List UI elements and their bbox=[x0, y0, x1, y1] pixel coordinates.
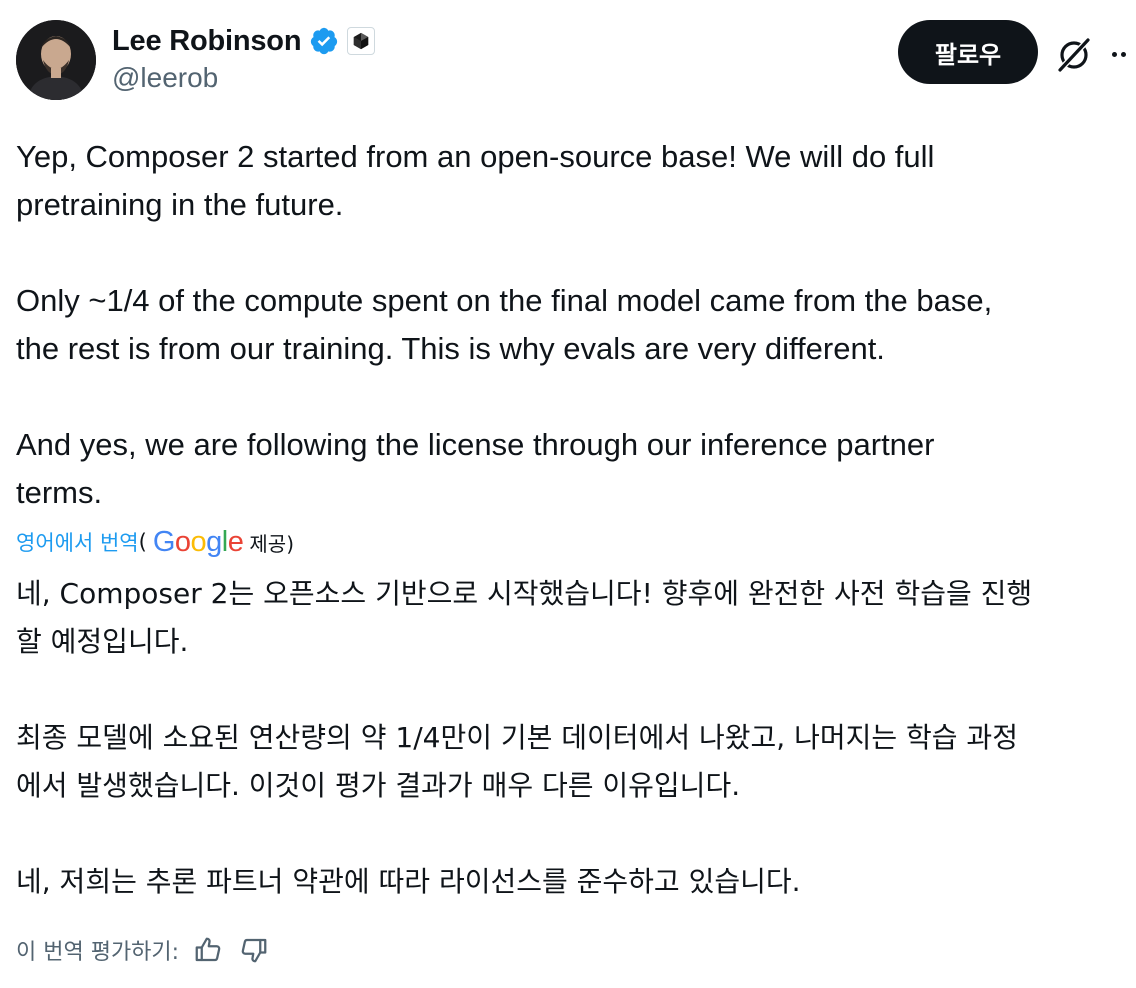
rate-translation-label: 이 번역 평가하기: bbox=[16, 940, 180, 965]
tweet-text: Yep, Composer 2 started from an open-sou… bbox=[16, 133, 1136, 517]
verified-badge-icon[interactable] bbox=[309, 26, 339, 56]
follow-button[interactable]: 팔로우 bbox=[898, 20, 1038, 84]
translated-paragraph: 최종 모델에 소요된 연산량의 약 1/4만이 기본 데이터에서 나왔고, 나머… bbox=[16, 714, 1136, 810]
tweet-paragraph: And yes, we are following the license th… bbox=[16, 421, 1136, 517]
thumbs-down-icon[interactable] bbox=[239, 935, 269, 965]
translated-line: 에서 발생했습니다. 이것이 평가 결과가 매우 다른 이유입니다. bbox=[16, 769, 741, 802]
tweet-paragraph: Yep, Composer 2 started from an open-sou… bbox=[16, 133, 1136, 229]
tweet-line: terms. bbox=[16, 475, 103, 510]
google-logo: Google bbox=[152, 525, 244, 558]
name-row: Lee Robinson bbox=[112, 22, 376, 60]
avatar[interactable] bbox=[16, 20, 96, 100]
translated-line: 네, Composer 2는 오픈소스 기반으로 시작했습니다! 향후에 완전한… bbox=[16, 577, 1033, 610]
translated-paragraph: 네, 저희는 추론 파트너 약관에 따라 라이선스를 준수하고 있습니다. bbox=[16, 858, 1136, 906]
translated-line: 네, 저희는 추론 파트너 약관에 따라 라이선스를 준수하고 있습니다. bbox=[16, 865, 801, 898]
tweet-header: Lee Robinson @leerob 팔로우 bbox=[16, 20, 1136, 100]
affiliation-badge-icon[interactable] bbox=[347, 27, 376, 55]
translated-from-link[interactable]: 영어에서 번역 bbox=[16, 527, 139, 557]
tweet-line: Yep, Composer 2 started from an open-sou… bbox=[16, 139, 935, 174]
translation-attribution: 영어에서 번역 ( Google 제공) bbox=[16, 522, 294, 562]
dot-icon bbox=[1112, 51, 1117, 57]
author-display-name[interactable]: Lee Robinson bbox=[112, 25, 302, 58]
tweet-line: And yes, we are following the license th… bbox=[16, 427, 935, 462]
translated-text: 네, Composer 2는 오픈소스 기반으로 시작했습니다! 향후에 완전한… bbox=[16, 570, 1136, 906]
thumbs-up-icon[interactable] bbox=[193, 935, 223, 965]
grok-icon[interactable] bbox=[1054, 34, 1094, 74]
more-options-icon[interactable] bbox=[1112, 34, 1136, 74]
tweet-line: Only ~1/4 of the compute spent on the fi… bbox=[16, 283, 993, 318]
dot-icon bbox=[1121, 51, 1126, 57]
open-paren: ( bbox=[138, 530, 147, 554]
rate-translation: 이 번역 평가하기: bbox=[16, 930, 269, 970]
tweet-line: the rest is from our training. This is w… bbox=[16, 331, 885, 366]
translated-line: 최종 모델에 소요된 연산량의 약 1/4만이 기본 데이터에서 나왔고, 나머… bbox=[16, 721, 1018, 754]
tweet-paragraph: Only ~1/4 of the compute spent on the fi… bbox=[16, 277, 1136, 373]
provided-label: 제공) bbox=[249, 531, 294, 556]
avatar-image bbox=[16, 20, 96, 100]
translated-line: 할 예정입니다. bbox=[16, 625, 189, 658]
author-handle[interactable]: @leerob bbox=[112, 62, 375, 94]
author-info: Lee Robinson @leerob bbox=[112, 22, 376, 94]
tweet-line: pretraining in the future. bbox=[16, 187, 344, 222]
translated-paragraph: 네, Composer 2는 오픈소스 기반으로 시작했습니다! 향후에 완전한… bbox=[16, 570, 1136, 666]
